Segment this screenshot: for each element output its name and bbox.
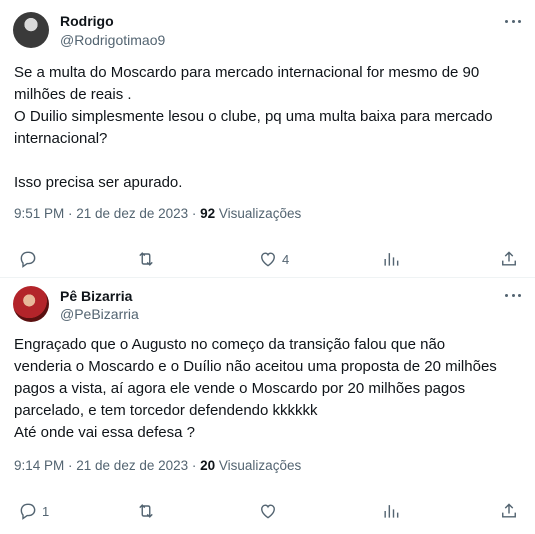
- tweet-meta: 9:51 PM · 21 de dez de 2023 · 92 Visuali…: [14, 206, 301, 221]
- action-bar: 4: [0, 248, 535, 272]
- share-button[interactable]: [499, 500, 519, 522]
- retweet-icon: [139, 252, 153, 266]
- stats-icon: [384, 505, 399, 518]
- views-count: 92: [200, 206, 216, 221]
- tweet[interactable]: Rodrigo @Rodrigotimao9 Se a multa do Mos…: [0, 0, 535, 278]
- views-label: Visualizações: [215, 458, 302, 473]
- action-bar: 1: [0, 500, 535, 524]
- avatar[interactable]: [13, 12, 49, 48]
- more-icon[interactable]: [505, 20, 521, 24]
- tweet[interactable]: Pê Bizarria @PeBizarria Engraçado que o …: [0, 278, 535, 534]
- stats-icon: [384, 253, 399, 266]
- views-label: Visualizações: [215, 206, 302, 221]
- author-handle[interactable]: @PeBizarria: [60, 306, 139, 322]
- like-button[interactable]: 4: [258, 248, 289, 270]
- like-count: 4: [282, 251, 290, 267]
- tweet-meta: 9:14 PM · 21 de dez de 2023 · 20 Visuali…: [14, 458, 301, 473]
- author-handle[interactable]: @Rodrigotimao9: [60, 32, 165, 48]
- retweet-icon: [139, 504, 153, 518]
- heart-icon: [261, 252, 275, 267]
- retweet-button[interactable]: [136, 248, 160, 270]
- author-name[interactable]: Rodrigo: [60, 13, 114, 29]
- author-name[interactable]: Pê Bizarria: [60, 288, 132, 304]
- share-button[interactable]: [499, 248, 519, 270]
- avatar[interactable]: [13, 286, 49, 322]
- share-icon: [502, 251, 516, 266]
- retweet-button[interactable]: [136, 500, 160, 522]
- reply-icon: [20, 251, 36, 268]
- reply-icon: [20, 503, 36, 520]
- tweet-time[interactable]: 9:51 PM · 21 de dez de 2023 ·: [14, 206, 200, 221]
- share-icon: [502, 503, 516, 518]
- like-button[interactable]: [258, 500, 282, 522]
- tweet-text: Engraçado que o Augusto no começo da tra…: [14, 336, 497, 441]
- more-icon[interactable]: [505, 294, 521, 298]
- reply-button[interactable]: 1: [18, 500, 49, 522]
- stats-button[interactable]: [381, 500, 401, 522]
- reply-button[interactable]: [18, 248, 42, 270]
- heart-icon: [261, 504, 275, 519]
- views-count: 20: [200, 458, 216, 473]
- tweet-text: Se a multa do Moscardo para mercado inte…: [14, 64, 493, 191]
- reply-count: 1: [42, 503, 50, 519]
- stats-button[interactable]: [381, 248, 401, 270]
- tweet-time[interactable]: 9:14 PM · 21 de dez de 2023 ·: [14, 458, 200, 473]
